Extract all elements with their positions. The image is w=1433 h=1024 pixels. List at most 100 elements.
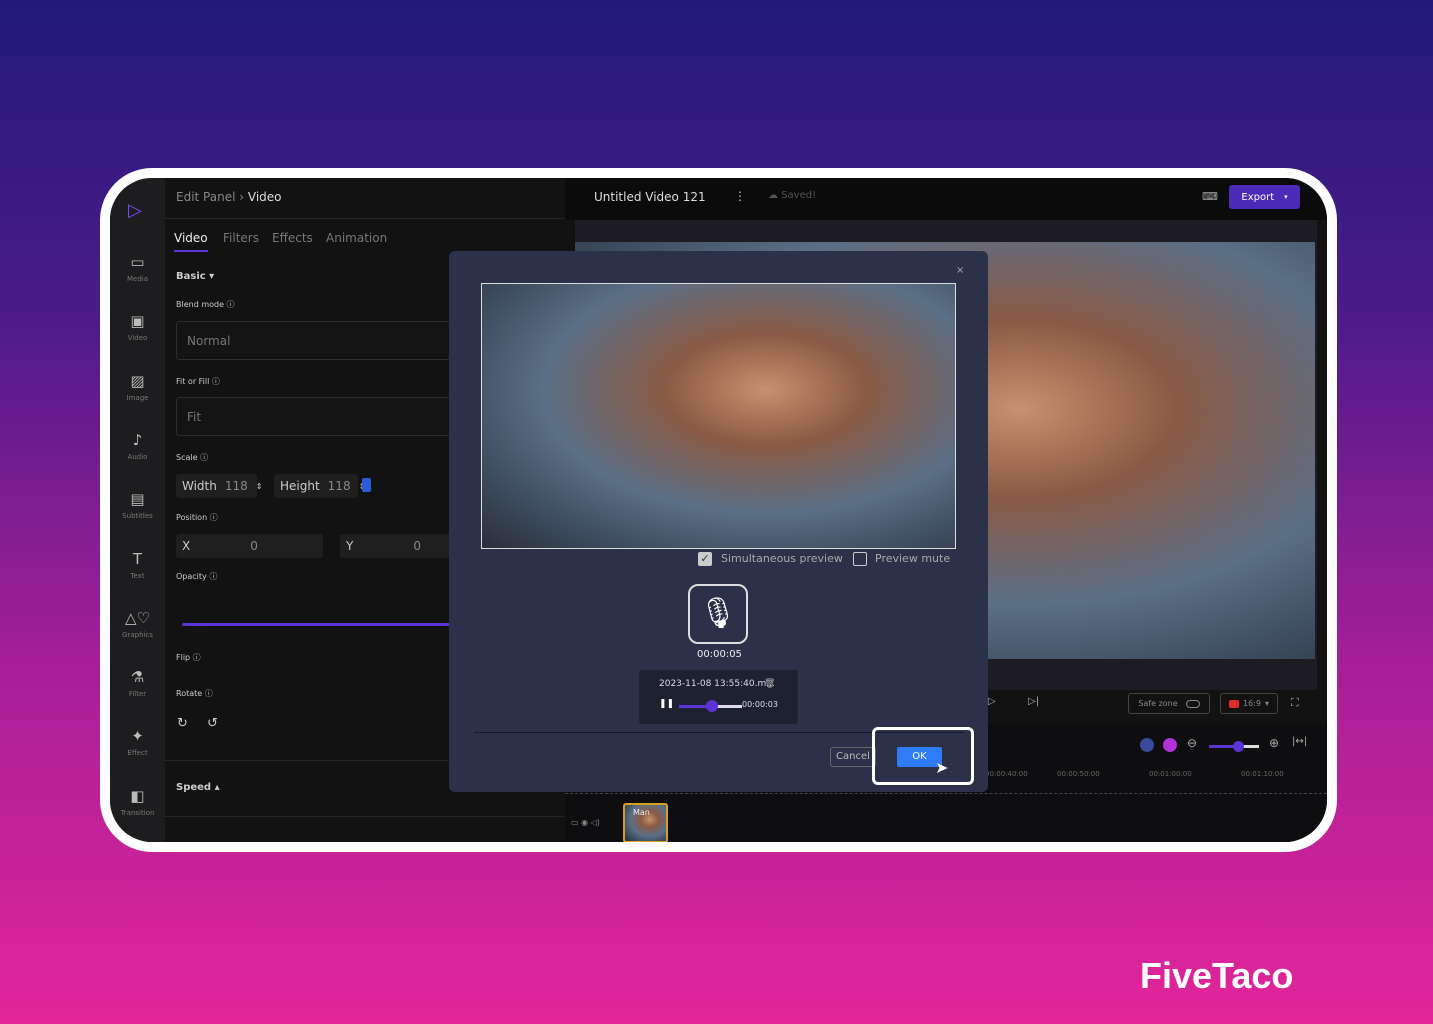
video-clip[interactable]: Man [623, 803, 668, 842]
track-controls-icon[interactable]: ▭ ◉ ◁) [571, 818, 600, 827]
sidebar-item-label: Video [127, 334, 148, 343]
voice-record-icon[interactable] [1163, 738, 1177, 752]
skip-end-icon[interactable]: ▷| [1028, 696, 1039, 707]
sidebar-item-text[interactable]: T Text [110, 550, 165, 580]
cancel-button[interactable]: Cancel [830, 747, 876, 767]
zoom-out-icon[interactable]: ⊖ [1187, 736, 1197, 750]
breadcrumb: Edit Panel › Video [176, 190, 282, 204]
sidebar-item-graphics[interactable]: △♡ Graphics [110, 609, 165, 639]
image-icon: ▨ [130, 371, 145, 390]
basic-section-toggle[interactable]: Basic ▾ [176, 271, 214, 282]
divider [165, 816, 565, 817]
sidebar-item-video[interactable]: ▣ Video [110, 312, 165, 342]
sidebar-item-effect[interactable]: ✦ Effect [110, 727, 165, 757]
top-bar: Untitled Video 121 ⋮ ☁ Saved! ⌨ Export ▾ [565, 178, 1327, 220]
width-input[interactable]: Width 118 ⇕ [176, 474, 262, 498]
lock-ratio-icon[interactable] [362, 478, 371, 492]
sidebar-item-label: Transition [120, 808, 155, 817]
fullscreen-icon[interactable]: ⛶ [1291, 696, 1299, 710]
breadcrumb-separator: › [239, 190, 245, 204]
rotate-right-icon[interactable]: ↺ [207, 716, 218, 731]
folder-icon: ▭ [130, 253, 145, 271]
recording-item: 2023-11-08 13:55:40.m... 🗑 ❚❚ 00:00:03 [639, 670, 798, 724]
sidebar-item-label: Graphics [122, 630, 153, 639]
close-icon[interactable]: × [956, 265, 964, 276]
zoom-in-icon[interactable]: ⊕ [1269, 736, 1279, 750]
simultaneous-preview-label: Simultaneous preview [721, 552, 843, 565]
speed-section-toggle[interactable]: Speed ▴ [176, 782, 220, 793]
fit-fill-select[interactable]: Fit [176, 397, 466, 436]
cloud-check-icon: ☁ [768, 190, 778, 201]
breadcrumb-current: Video [247, 190, 282, 204]
recording-name: 2023-11-08 13:55:40.m... [659, 679, 775, 689]
voice-record-dialog: × ✓ Simultaneous preview Preview mute 🎙 … [449, 251, 988, 792]
sidebar-item-filter[interactable]: ⚗ Filter [110, 668, 165, 698]
tab-video[interactable]: Video [174, 231, 208, 252]
youtube-icon [1229, 699, 1239, 708]
position-y-input[interactable]: Y0 [340, 534, 460, 558]
divider [165, 218, 565, 219]
keyboard-icon[interactable]: ⌨ [1202, 190, 1218, 203]
blend-mode-label: Blend mode ⓘ [176, 300, 235, 309]
simultaneous-preview-checkbox[interactable]: ✓ [698, 552, 712, 566]
sidebar-item-label: Subtitles [122, 512, 153, 521]
opacity-label: Opacity ⓘ [176, 572, 218, 581]
rotate-label: Rotate ⓘ [176, 689, 213, 698]
position-x-input[interactable]: X0 [176, 534, 323, 558]
playback-slider[interactable] [679, 700, 742, 712]
microphone-icon: 🎙 [698, 596, 738, 631]
opacity-slider[interactable] [182, 623, 462, 626]
aspect-ratio-select[interactable]: 16:9 ▾ [1220, 693, 1278, 714]
sidebar-item-label: Effect [127, 749, 148, 758]
video-camera-icon: ▣ [130, 312, 145, 331]
mouse-cursor-icon: ➤ [935, 758, 949, 777]
timeline-tick: 00:00:50:00 [1057, 770, 1100, 778]
sidebar-item-media[interactable]: ▭ Media [110, 253, 165, 283]
sidebar-item-image[interactable]: ▨ Image [110, 372, 165, 402]
tab-effects[interactable]: Effects [272, 231, 313, 245]
microphone-record-button[interactable]: 🎙 [688, 584, 748, 644]
sidebar-rail: ▷ ▭ Media ▣ Video ▨ Image ♪ Audio ▤ Subtitles T Tex… [110, 178, 165, 842]
sidebar-item-subtitles[interactable]: ▤ Subtitles [110, 490, 165, 520]
fivetaco-logo: FiveTaco [1140, 955, 1294, 996]
filter-icon: ⚗ [130, 668, 145, 687]
pause-icon[interactable]: ❚❚ [659, 699, 674, 709]
sidebar-item-transition[interactable]: ◧ Transition [110, 787, 165, 817]
sparkle-icon: ✦ [131, 727, 144, 746]
fit-timeline-icon[interactable]: |↔| [1292, 736, 1307, 747]
timeline-tick: 00:00:40:00 [985, 770, 1028, 778]
text-icon: T [132, 549, 143, 568]
sidebar-item-label: Filter [128, 690, 147, 699]
position-label: Position ⓘ [176, 513, 218, 522]
ai-icon[interactable] [1140, 738, 1154, 752]
timeline-tick: 00:01:10:00 [1241, 770, 1284, 778]
transition-icon: ◧ [130, 786, 145, 805]
saved-status: ☁ Saved! [768, 190, 817, 201]
breadcrumb-parent[interactable]: Edit Panel [176, 190, 235, 204]
app-logo-icon: ▷ [128, 200, 142, 221]
safe-zone-toggle[interactable]: Safe zone [1128, 693, 1210, 714]
dialog-video-preview [481, 283, 956, 549]
fit-fill-label: Fit or Fill ⓘ [176, 377, 220, 386]
tab-animation[interactable]: Animation [326, 231, 387, 245]
preview-mute-checkbox[interactable] [853, 552, 867, 566]
subtitles-icon: ▤ [130, 490, 145, 509]
delete-icon[interactable]: 🗑 [764, 679, 775, 689]
sidebar-item-label: Media [126, 275, 149, 283]
export-button[interactable]: Export ▾ [1229, 185, 1300, 209]
sidebar-item-audio[interactable]: ♪ Audio [110, 431, 165, 461]
tab-filters[interactable]: Filters [223, 231, 259, 245]
preview-mute-label: Preview mute [875, 552, 951, 565]
more-options-icon[interactable]: ⋮ [734, 189, 746, 203]
sidebar-item-label: Text [130, 571, 145, 580]
playback-time: 00:00:03 [742, 700, 778, 709]
project-title[interactable]: Untitled Video 121 [594, 190, 706, 204]
timeline-tick: 00:01:00:00 [1149, 770, 1192, 778]
scale-label: Scale ⓘ [176, 453, 209, 462]
flip-label: Flip ⓘ [176, 653, 201, 662]
timeline-zoom-slider[interactable] [1209, 741, 1259, 752]
play-icon[interactable]: ▷ [988, 696, 996, 707]
blend-mode-select[interactable]: Normal [176, 321, 466, 360]
rotate-left-icon[interactable]: ↻ [177, 716, 188, 731]
height-input[interactable]: Height118⇕ [274, 474, 365, 498]
